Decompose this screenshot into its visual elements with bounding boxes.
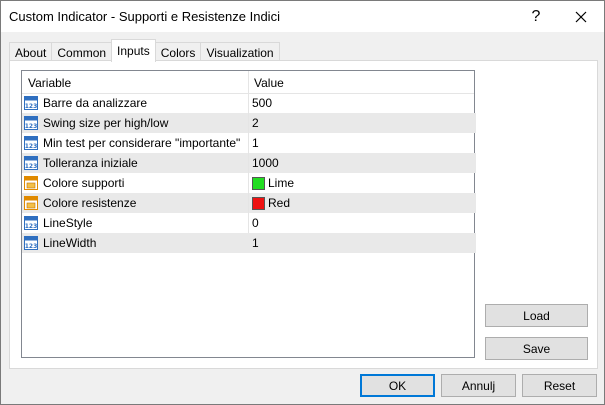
variable-value[interactable]: 2 bbox=[252, 116, 259, 130]
tab-about[interactable]: About bbox=[9, 42, 53, 62]
dialog-window: Custom Indicator - Supporti e Resistenze… bbox=[0, 0, 605, 405]
close-button[interactable] bbox=[558, 1, 604, 32]
number-icon: 123 bbox=[23, 115, 39, 131]
variable-name: Colore resistenze bbox=[43, 196, 137, 210]
svg-text:123: 123 bbox=[25, 123, 38, 130]
color-swatch bbox=[252, 197, 265, 210]
variable-name: Swing size per high/low bbox=[43, 116, 169, 130]
variable-value[interactable]: Red bbox=[268, 196, 290, 210]
color-icon bbox=[23, 195, 39, 211]
svg-text:123: 123 bbox=[25, 163, 38, 170]
table-row[interactable]: 123 LineStyle 0 bbox=[22, 213, 476, 233]
reset-button[interactable]: Reset bbox=[522, 374, 597, 397]
column-separator bbox=[248, 71, 249, 233]
variable-name: LineStyle bbox=[43, 216, 93, 230]
svg-text:123: 123 bbox=[25, 223, 38, 230]
number-icon: 123 bbox=[23, 235, 39, 251]
tab-inputs[interactable]: Inputs bbox=[111, 39, 156, 62]
inputs-panel: Variable Value 123 Barre da analizzare 500… bbox=[9, 60, 598, 369]
save-button[interactable]: Save bbox=[485, 337, 588, 360]
table-row[interactable]: 123 Swing size per high/low 2 bbox=[22, 113, 476, 133]
color-swatch bbox=[252, 177, 265, 190]
column-header-value[interactable]: Value bbox=[254, 76, 284, 90]
ok-button[interactable]: OK bbox=[360, 374, 435, 397]
tab-visualization[interactable]: Visualization bbox=[200, 42, 280, 62]
help-icon: ? bbox=[531, 7, 541, 25]
load-button[interactable]: Load bbox=[485, 304, 588, 327]
color-icon bbox=[23, 175, 39, 191]
variable-name: Min test per considerare "importante" bbox=[43, 136, 241, 150]
help-button[interactable]: ? bbox=[513, 1, 559, 32]
table-row[interactable]: 123 Barre da analizzare 500 bbox=[22, 93, 476, 113]
table-row[interactable]: 123 LineWidth 1 bbox=[22, 233, 476, 253]
column-header-variable[interactable]: Variable bbox=[28, 76, 71, 90]
window-title: Custom Indicator - Supporti e Resistenze… bbox=[9, 9, 280, 24]
svg-text:123: 123 bbox=[25, 143, 38, 150]
svg-text:123: 123 bbox=[25, 103, 38, 110]
variable-name: Colore supporti bbox=[43, 176, 125, 190]
variable-value[interactable]: 1 bbox=[252, 136, 259, 150]
table-row[interactable]: Colore supporti Lime bbox=[22, 173, 476, 193]
table-row[interactable]: 123 Tolleranza iniziale 1000 bbox=[22, 153, 476, 173]
number-icon: 123 bbox=[23, 135, 39, 151]
variable-value[interactable]: 1000 bbox=[252, 156, 279, 170]
inputs-grid: Variable Value 123 Barre da analizzare 500… bbox=[21, 70, 476, 358]
variable-name: LineWidth bbox=[43, 236, 97, 250]
variable-value[interactable]: 0 bbox=[252, 216, 259, 230]
variable-value[interactable]: 1 bbox=[252, 236, 259, 250]
table-row[interactable]: Colore resistenze Red bbox=[22, 193, 476, 213]
number-icon: 123 bbox=[23, 215, 39, 231]
tab-strip: About Common Inputs Colors Visualization bbox=[9, 39, 280, 62]
variable-value[interactable]: Lime bbox=[268, 176, 294, 190]
tab-common[interactable]: Common bbox=[51, 42, 113, 62]
title-bar: Custom Indicator - Supporti e Resistenze… bbox=[1, 1, 604, 32]
svg-text:123: 123 bbox=[25, 243, 38, 250]
variable-value[interactable]: 500 bbox=[252, 96, 272, 110]
cancel-button[interactable]: Annulj bbox=[441, 374, 516, 397]
number-icon: 123 bbox=[23, 95, 39, 111]
variable-name: Tolleranza iniziale bbox=[43, 156, 138, 170]
close-icon bbox=[575, 11, 587, 22]
variable-name: Barre da analizzare bbox=[43, 96, 148, 110]
number-icon: 123 bbox=[23, 155, 39, 171]
table-row[interactable]: 123 Min test per considerare "importante"… bbox=[22, 133, 476, 153]
tab-colors[interactable]: Colors bbox=[154, 42, 202, 62]
